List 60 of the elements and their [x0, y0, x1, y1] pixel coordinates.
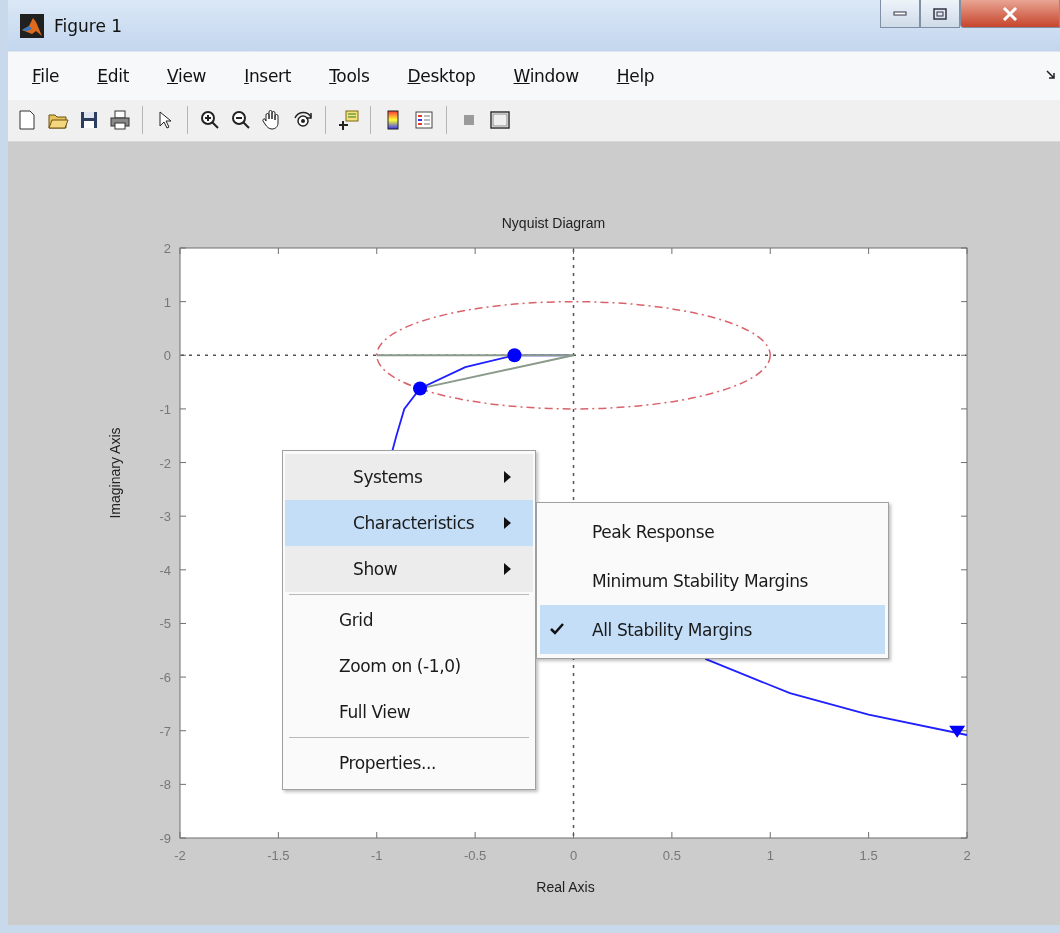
menu-item[interactable]: Window [513, 61, 579, 90]
legend-icon[interactable] [413, 109, 435, 132]
x-tick-label: 2 [963, 848, 971, 863]
context-menu-item[interactable]: Zoom on (-1,0) [285, 643, 533, 689]
submenu-item[interactable]: All Stability Margins [540, 605, 885, 654]
x-tick-label: 0.5 [662, 848, 681, 863]
menu-item[interactable]: View [167, 61, 207, 90]
dock-arrow-icon[interactable] [1046, 70, 1056, 81]
menu-item[interactable]: File [32, 61, 60, 90]
submenu-arrow-icon [504, 471, 511, 483]
y-tick-label: -6 [159, 670, 171, 686]
y-tick-label: -8 [159, 777, 171, 793]
y-tick-label: -9 [159, 831, 171, 846]
submenu-arrow-icon [504, 563, 511, 575]
x-tick-label: 1.5 [859, 848, 878, 863]
menu-item[interactable]: Insert [244, 61, 292, 90]
x-tick-label: -0.5 [463, 848, 487, 863]
minimize-icon [893, 10, 907, 17]
y-tick-label: -7 [159, 723, 171, 739]
window-icon[interactable] [489, 109, 511, 132]
app-logo-icon [20, 13, 44, 38]
context-menu-item[interactable]: Show [285, 546, 533, 592]
menu-item[interactable]: Edit [97, 61, 129, 90]
window-title: Figure 1 [54, 15, 123, 36]
context-menu-item[interactable]: Characteristics [285, 500, 533, 546]
close-icon [1002, 6, 1018, 21]
arrow-marker [949, 725, 966, 738]
y-axis-label: Imaginary Axis [107, 427, 123, 519]
submenu-item[interactable]: Peak Response [540, 507, 885, 556]
chart-title: Nyquist Diagram [501, 215, 606, 231]
y-tick-label: -2 [159, 455, 171, 471]
x-tick-label: -1 [370, 848, 383, 863]
x-tick-label: 1 [766, 848, 774, 863]
maximize-button[interactable] [920, 0, 960, 28]
submenu-arrow-icon [504, 517, 511, 529]
y-tick-label: -3 [159, 509, 171, 525]
new-file-icon[interactable] [16, 109, 38, 132]
context-menu-item[interactable]: Systems [285, 454, 533, 500]
menu-item[interactable]: Desktop [407, 61, 476, 90]
close-button[interactable] [960, 0, 1060, 28]
y-tick-label: -5 [159, 616, 171, 632]
x-tick-label: -2 [174, 848, 186, 863]
submenu-item[interactable]: Minimum Stability Margins [540, 556, 885, 605]
data-cursor-icon[interactable] [337, 109, 359, 132]
x-tick-label: -1.5 [267, 848, 290, 863]
print-icon[interactable] [109, 109, 131, 132]
context-menu-item[interactable]: Grid [285, 597, 533, 643]
x-tick-label: 0 [569, 848, 578, 863]
y-tick-label: 0 [163, 348, 171, 364]
context-menu-item[interactable]: Properties... [285, 740, 533, 786]
y-tick-label: 2 [163, 241, 171, 256]
x-axis-label: Real Axis [536, 879, 595, 895]
y-tick-label: -4 [159, 562, 171, 578]
y-tick-label: -1 [159, 401, 171, 417]
minimize-button[interactable] [880, 0, 920, 28]
y-tick-label: 1 [163, 294, 171, 310]
maximize-icon [933, 7, 947, 20]
menu-item[interactable]: Tools [329, 61, 370, 90]
context-menu-item[interactable]: Full View [285, 689, 533, 735]
menu-item[interactable]: Help [616, 61, 655, 90]
